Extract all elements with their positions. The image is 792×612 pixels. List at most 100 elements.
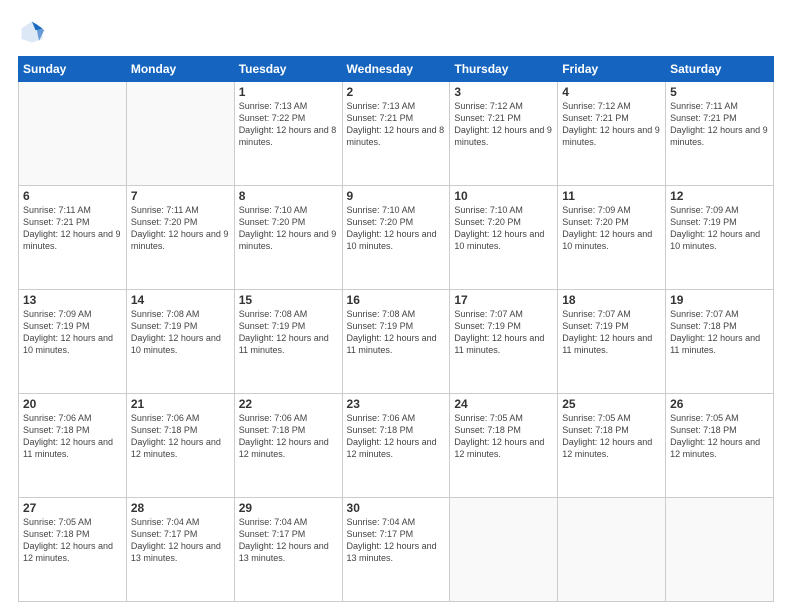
calendar-cell: 9Sunrise: 7:10 AM Sunset: 7:20 PM Daylig… <box>342 186 450 290</box>
week-row-2: 6Sunrise: 7:11 AM Sunset: 7:21 PM Daylig… <box>19 186 774 290</box>
day-info: Sunrise: 7:04 AM Sunset: 7:17 PM Dayligh… <box>131 516 230 565</box>
day-number: 17 <box>454 293 553 307</box>
calendar-cell: 17Sunrise: 7:07 AM Sunset: 7:19 PM Dayli… <box>450 290 558 394</box>
day-number: 25 <box>562 397 661 411</box>
day-number: 11 <box>562 189 661 203</box>
calendar-cell: 8Sunrise: 7:10 AM Sunset: 7:20 PM Daylig… <box>234 186 342 290</box>
calendar-cell: 6Sunrise: 7:11 AM Sunset: 7:21 PM Daylig… <box>19 186 127 290</box>
day-info: Sunrise: 7:10 AM Sunset: 7:20 PM Dayligh… <box>239 204 338 253</box>
day-info: Sunrise: 7:09 AM Sunset: 7:20 PM Dayligh… <box>562 204 661 253</box>
day-info: Sunrise: 7:04 AM Sunset: 7:17 PM Dayligh… <box>239 516 338 565</box>
day-info: Sunrise: 7:06 AM Sunset: 7:18 PM Dayligh… <box>23 412 122 461</box>
day-number: 12 <box>670 189 769 203</box>
day-number: 29 <box>239 501 338 515</box>
weekday-header-row: SundayMondayTuesdayWednesdayThursdayFrid… <box>19 57 774 82</box>
calendar-cell: 18Sunrise: 7:07 AM Sunset: 7:19 PM Dayli… <box>558 290 666 394</box>
day-number: 10 <box>454 189 553 203</box>
day-number: 4 <box>562 85 661 99</box>
calendar-cell: 3Sunrise: 7:12 AM Sunset: 7:21 PM Daylig… <box>450 82 558 186</box>
day-info: Sunrise: 7:08 AM Sunset: 7:19 PM Dayligh… <box>347 308 446 357</box>
calendar-cell: 5Sunrise: 7:11 AM Sunset: 7:21 PM Daylig… <box>666 82 774 186</box>
calendar-cell <box>558 498 666 602</box>
day-info: Sunrise: 7:05 AM Sunset: 7:18 PM Dayligh… <box>454 412 553 461</box>
calendar-cell <box>126 82 234 186</box>
day-number: 20 <box>23 397 122 411</box>
calendar-cell: 29Sunrise: 7:04 AM Sunset: 7:17 PM Dayli… <box>234 498 342 602</box>
weekday-header-thursday: Thursday <box>450 57 558 82</box>
weekday-header-saturday: Saturday <box>666 57 774 82</box>
day-number: 19 <box>670 293 769 307</box>
calendar-cell: 13Sunrise: 7:09 AM Sunset: 7:19 PM Dayli… <box>19 290 127 394</box>
day-info: Sunrise: 7:12 AM Sunset: 7:21 PM Dayligh… <box>454 100 553 149</box>
day-number: 5 <box>670 85 769 99</box>
calendar-cell <box>19 82 127 186</box>
day-info: Sunrise: 7:10 AM Sunset: 7:20 PM Dayligh… <box>454 204 553 253</box>
day-info: Sunrise: 7:08 AM Sunset: 7:19 PM Dayligh… <box>239 308 338 357</box>
week-row-5: 27Sunrise: 7:05 AM Sunset: 7:18 PM Dayli… <box>19 498 774 602</box>
day-number: 21 <box>131 397 230 411</box>
day-number: 26 <box>670 397 769 411</box>
day-number: 1 <box>239 85 338 99</box>
calendar-cell: 16Sunrise: 7:08 AM Sunset: 7:19 PM Dayli… <box>342 290 450 394</box>
week-row-3: 13Sunrise: 7:09 AM Sunset: 7:19 PM Dayli… <box>19 290 774 394</box>
calendar-cell: 4Sunrise: 7:12 AM Sunset: 7:21 PM Daylig… <box>558 82 666 186</box>
day-info: Sunrise: 7:10 AM Sunset: 7:20 PM Dayligh… <box>347 204 446 253</box>
weekday-header-monday: Monday <box>126 57 234 82</box>
page: SundayMondayTuesdayWednesdayThursdayFrid… <box>0 0 792 612</box>
day-info: Sunrise: 7:05 AM Sunset: 7:18 PM Dayligh… <box>23 516 122 565</box>
calendar-cell: 7Sunrise: 7:11 AM Sunset: 7:20 PM Daylig… <box>126 186 234 290</box>
calendar-cell: 1Sunrise: 7:13 AM Sunset: 7:22 PM Daylig… <box>234 82 342 186</box>
calendar-cell: 19Sunrise: 7:07 AM Sunset: 7:18 PM Dayli… <box>666 290 774 394</box>
calendar-cell: 2Sunrise: 7:13 AM Sunset: 7:21 PM Daylig… <box>342 82 450 186</box>
calendar-table: SundayMondayTuesdayWednesdayThursdayFrid… <box>18 56 774 602</box>
day-number: 23 <box>347 397 446 411</box>
week-row-4: 20Sunrise: 7:06 AM Sunset: 7:18 PM Dayli… <box>19 394 774 498</box>
day-info: Sunrise: 7:06 AM Sunset: 7:18 PM Dayligh… <box>131 412 230 461</box>
day-info: Sunrise: 7:05 AM Sunset: 7:18 PM Dayligh… <box>670 412 769 461</box>
calendar-cell: 15Sunrise: 7:08 AM Sunset: 7:19 PM Dayli… <box>234 290 342 394</box>
calendar-cell: 14Sunrise: 7:08 AM Sunset: 7:19 PM Dayli… <box>126 290 234 394</box>
day-info: Sunrise: 7:12 AM Sunset: 7:21 PM Dayligh… <box>562 100 661 149</box>
calendar-cell: 20Sunrise: 7:06 AM Sunset: 7:18 PM Dayli… <box>19 394 127 498</box>
day-number: 28 <box>131 501 230 515</box>
day-info: Sunrise: 7:07 AM Sunset: 7:19 PM Dayligh… <box>454 308 553 357</box>
day-number: 13 <box>23 293 122 307</box>
day-number: 27 <box>23 501 122 515</box>
day-info: Sunrise: 7:06 AM Sunset: 7:18 PM Dayligh… <box>239 412 338 461</box>
day-number: 6 <box>23 189 122 203</box>
calendar-cell: 12Sunrise: 7:09 AM Sunset: 7:19 PM Dayli… <box>666 186 774 290</box>
calendar-cell: 23Sunrise: 7:06 AM Sunset: 7:18 PM Dayli… <box>342 394 450 498</box>
generalblue-logo-icon <box>18 18 46 46</box>
day-info: Sunrise: 7:13 AM Sunset: 7:21 PM Dayligh… <box>347 100 446 149</box>
logo <box>18 18 50 46</box>
calendar-cell <box>450 498 558 602</box>
day-number: 8 <box>239 189 338 203</box>
day-info: Sunrise: 7:04 AM Sunset: 7:17 PM Dayligh… <box>347 516 446 565</box>
day-number: 30 <box>347 501 446 515</box>
week-row-1: 1Sunrise: 7:13 AM Sunset: 7:22 PM Daylig… <box>19 82 774 186</box>
day-info: Sunrise: 7:11 AM Sunset: 7:21 PM Dayligh… <box>23 204 122 253</box>
calendar-cell: 24Sunrise: 7:05 AM Sunset: 7:18 PM Dayli… <box>450 394 558 498</box>
day-number: 16 <box>347 293 446 307</box>
header <box>18 18 774 46</box>
calendar-cell: 22Sunrise: 7:06 AM Sunset: 7:18 PM Dayli… <box>234 394 342 498</box>
day-info: Sunrise: 7:07 AM Sunset: 7:18 PM Dayligh… <box>670 308 769 357</box>
weekday-header-tuesday: Tuesday <box>234 57 342 82</box>
calendar-cell: 27Sunrise: 7:05 AM Sunset: 7:18 PM Dayli… <box>19 498 127 602</box>
day-number: 22 <box>239 397 338 411</box>
day-number: 15 <box>239 293 338 307</box>
day-number: 2 <box>347 85 446 99</box>
calendar-cell: 21Sunrise: 7:06 AM Sunset: 7:18 PM Dayli… <box>126 394 234 498</box>
weekday-header-friday: Friday <box>558 57 666 82</box>
weekday-header-wednesday: Wednesday <box>342 57 450 82</box>
calendar-cell: 28Sunrise: 7:04 AM Sunset: 7:17 PM Dayli… <box>126 498 234 602</box>
day-info: Sunrise: 7:06 AM Sunset: 7:18 PM Dayligh… <box>347 412 446 461</box>
day-number: 24 <box>454 397 553 411</box>
calendar-cell: 10Sunrise: 7:10 AM Sunset: 7:20 PM Dayli… <box>450 186 558 290</box>
calendar-cell: 30Sunrise: 7:04 AM Sunset: 7:17 PM Dayli… <box>342 498 450 602</box>
calendar-cell: 11Sunrise: 7:09 AM Sunset: 7:20 PM Dayli… <box>558 186 666 290</box>
day-number: 7 <box>131 189 230 203</box>
day-info: Sunrise: 7:11 AM Sunset: 7:20 PM Dayligh… <box>131 204 230 253</box>
day-info: Sunrise: 7:08 AM Sunset: 7:19 PM Dayligh… <box>131 308 230 357</box>
calendar-cell: 25Sunrise: 7:05 AM Sunset: 7:18 PM Dayli… <box>558 394 666 498</box>
